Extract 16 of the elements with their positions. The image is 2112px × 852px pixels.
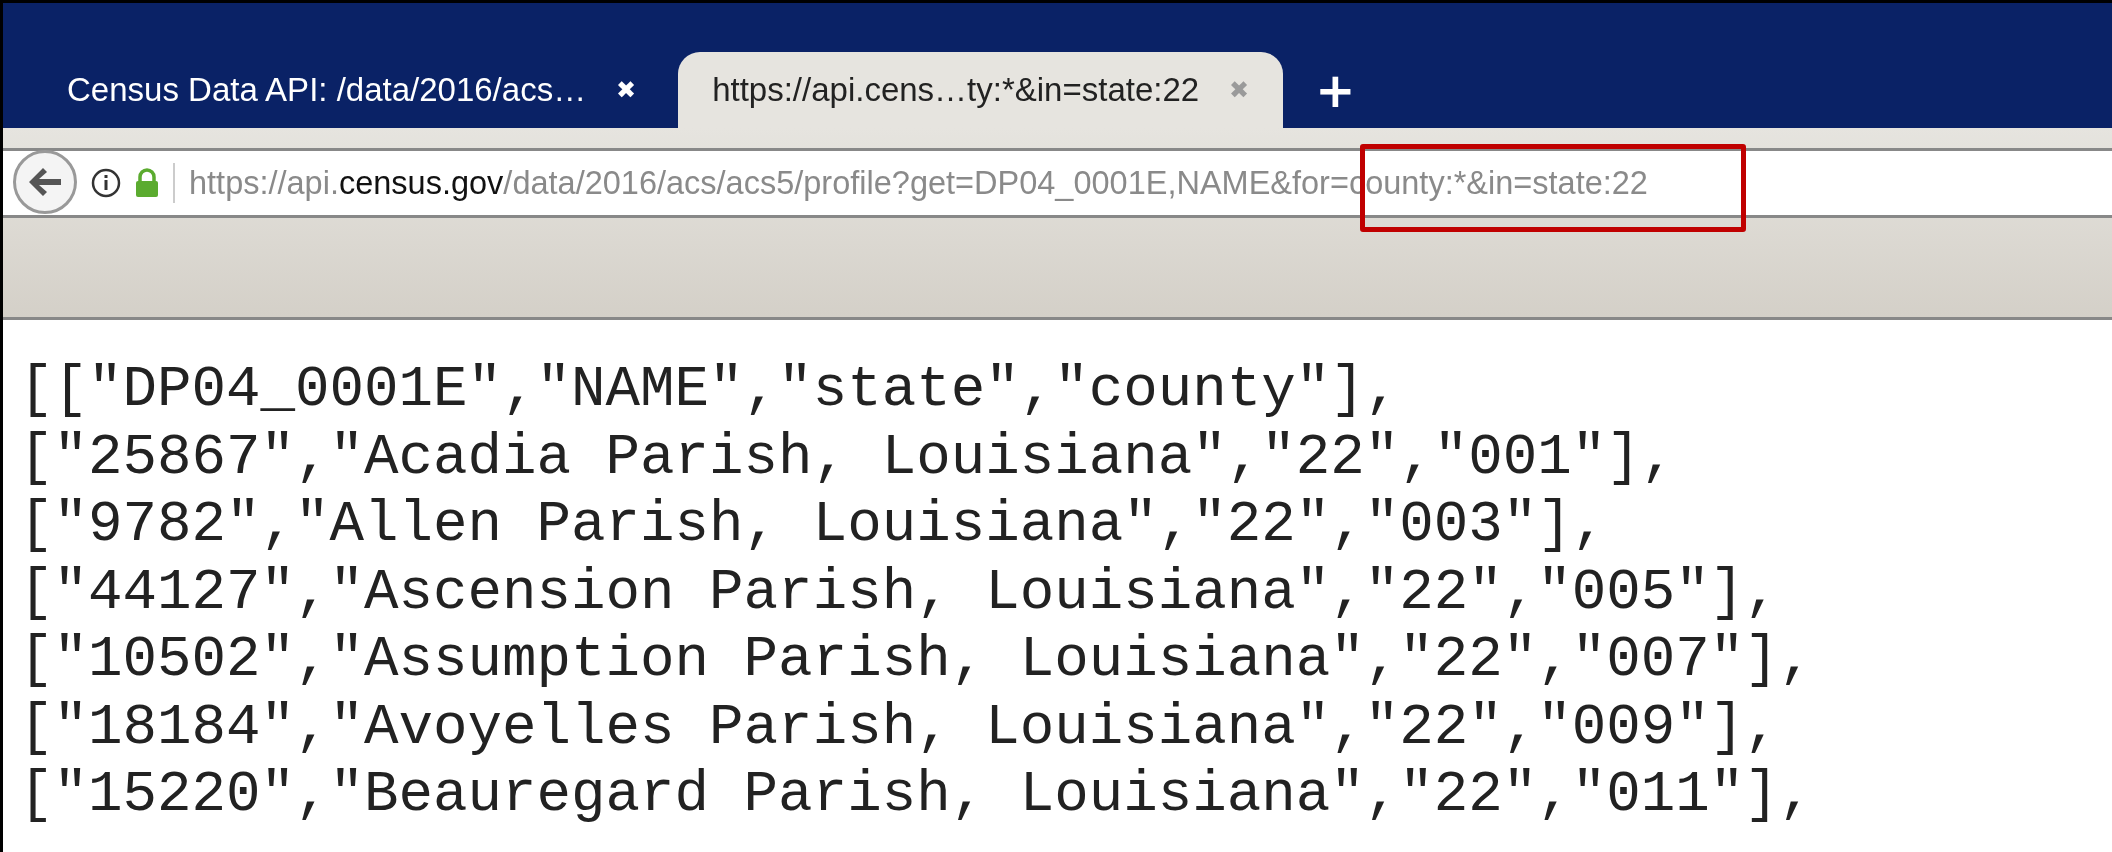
json-line: ["9782","Allen Parish, Louisiana","22","003"], bbox=[19, 491, 1608, 559]
json-line: ["10502","Assumption Parish, Louisiana","22","007"], bbox=[19, 626, 1815, 694]
tab-title: https://api.cens…ty:*&in=state:22 bbox=[712, 71, 1200, 109]
left-arrow-icon bbox=[27, 165, 63, 198]
close-icon[interactable]: ✖ bbox=[616, 76, 637, 104]
json-line: ["15220","Beauregard Parish, Louisiana","22","011"], bbox=[19, 761, 1815, 829]
tab-title: Census Data API: /data/2016/acs… bbox=[67, 71, 587, 109]
json-line: ["18184","Avoyelles Parish, Louisiana","22","009"], bbox=[19, 693, 1780, 761]
json-line: [["DP04_0001E","NAME","state","county"], bbox=[19, 356, 1401, 424]
browser-tab[interactable]: Census Data API: /data/2016/acs… ✖ bbox=[33, 52, 671, 128]
lock-icon[interactable] bbox=[135, 168, 159, 198]
json-line: ["44127","Ascension Parish, Louisiana","22","005"], bbox=[19, 558, 1780, 626]
new-tab-button[interactable]: + bbox=[1291, 52, 1380, 128]
json-line: ["25867","Acadia Parish, Louisiana","22","001"], bbox=[19, 423, 1677, 491]
browser-tab[interactable]: https://api.cens…ty:*&in=state:22 ✖ bbox=[678, 52, 1284, 128]
info-icon[interactable] bbox=[91, 168, 121, 198]
